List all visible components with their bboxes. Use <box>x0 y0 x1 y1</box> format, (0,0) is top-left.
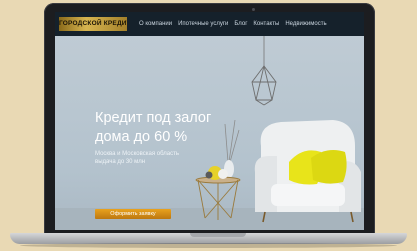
hero-subtitle: Москва и Московская область выдача до 30… <box>95 150 195 166</box>
laptop-shadow <box>20 243 397 248</box>
hero-title-line2: дома до 60 % <box>95 129 188 145</box>
hero-title-line1: Кредит под залог <box>95 110 212 126</box>
hero-subtitle-line2: выдача до 30 млн <box>95 159 146 165</box>
hero-subtitle-line1: Москва и Московская область <box>95 151 179 157</box>
laptop-notch <box>190 233 246 237</box>
pillow-icon <box>289 150 347 185</box>
hero-title: Кредит под залог дома до 60 % <box>95 109 235 147</box>
pendant-lamp-icon <box>251 65 277 106</box>
website-screen: ГОРОДСКОЙ КРЕДИТ О компании Ипотечные ус… <box>55 12 364 230</box>
camera-icon <box>252 8 255 11</box>
apply-button[interactable]: Оформить заявку <box>95 209 171 219</box>
